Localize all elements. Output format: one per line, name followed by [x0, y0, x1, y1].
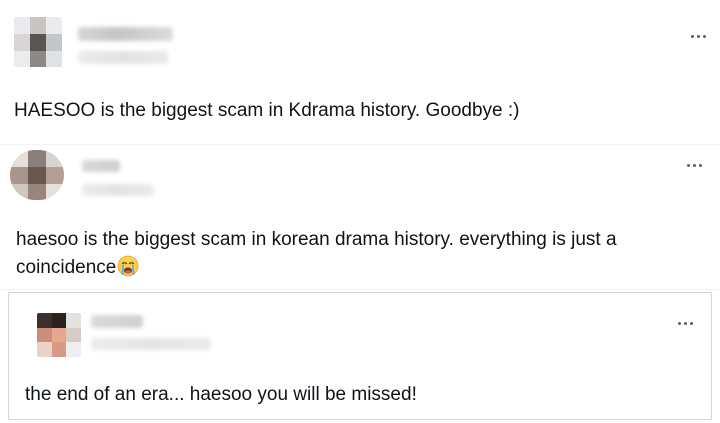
post-2[interactable]: haesoo is the biggest scam in korean dra… — [0, 145, 720, 290]
more-icon[interactable] — [680, 155, 708, 175]
post-text: HAESOO is the biggest scam in Kdrama his… — [14, 100, 520, 121]
avatar[interactable] — [10, 150, 64, 200]
avatar[interactable] — [37, 313, 81, 357]
quoted-post[interactable]: the end of an era... haesoo you will be … — [8, 292, 712, 420]
display-name-redacted[interactable] — [82, 160, 120, 172]
more-icon[interactable] — [684, 26, 712, 46]
more-icon[interactable] — [671, 313, 699, 333]
post-text-line-1: haesoo is the biggest scam in korean dra… — [16, 229, 617, 250]
post-1[interactable]: HAESOO is the biggest scam in Kdrama his… — [0, 0, 720, 145]
quoted-post-text: the end of an era... haesoo you will be … — [25, 384, 417, 405]
display-name-redacted[interactable] — [91, 315, 143, 328]
loudly-crying-face-icon — [117, 255, 139, 277]
username-redacted[interactable] — [78, 51, 168, 64]
post-text-line-2: coincidence — [16, 254, 139, 281]
username-redacted[interactable] — [82, 184, 154, 196]
avatar[interactable] — [14, 17, 62, 67]
display-name-redacted[interactable] — [78, 27, 173, 41]
username-redacted[interactable] — [91, 338, 211, 350]
feed: HAESOO is the biggest scam in Kdrama his… — [0, 0, 720, 423]
post-text-line-2-label: coincidence — [16, 257, 117, 278]
